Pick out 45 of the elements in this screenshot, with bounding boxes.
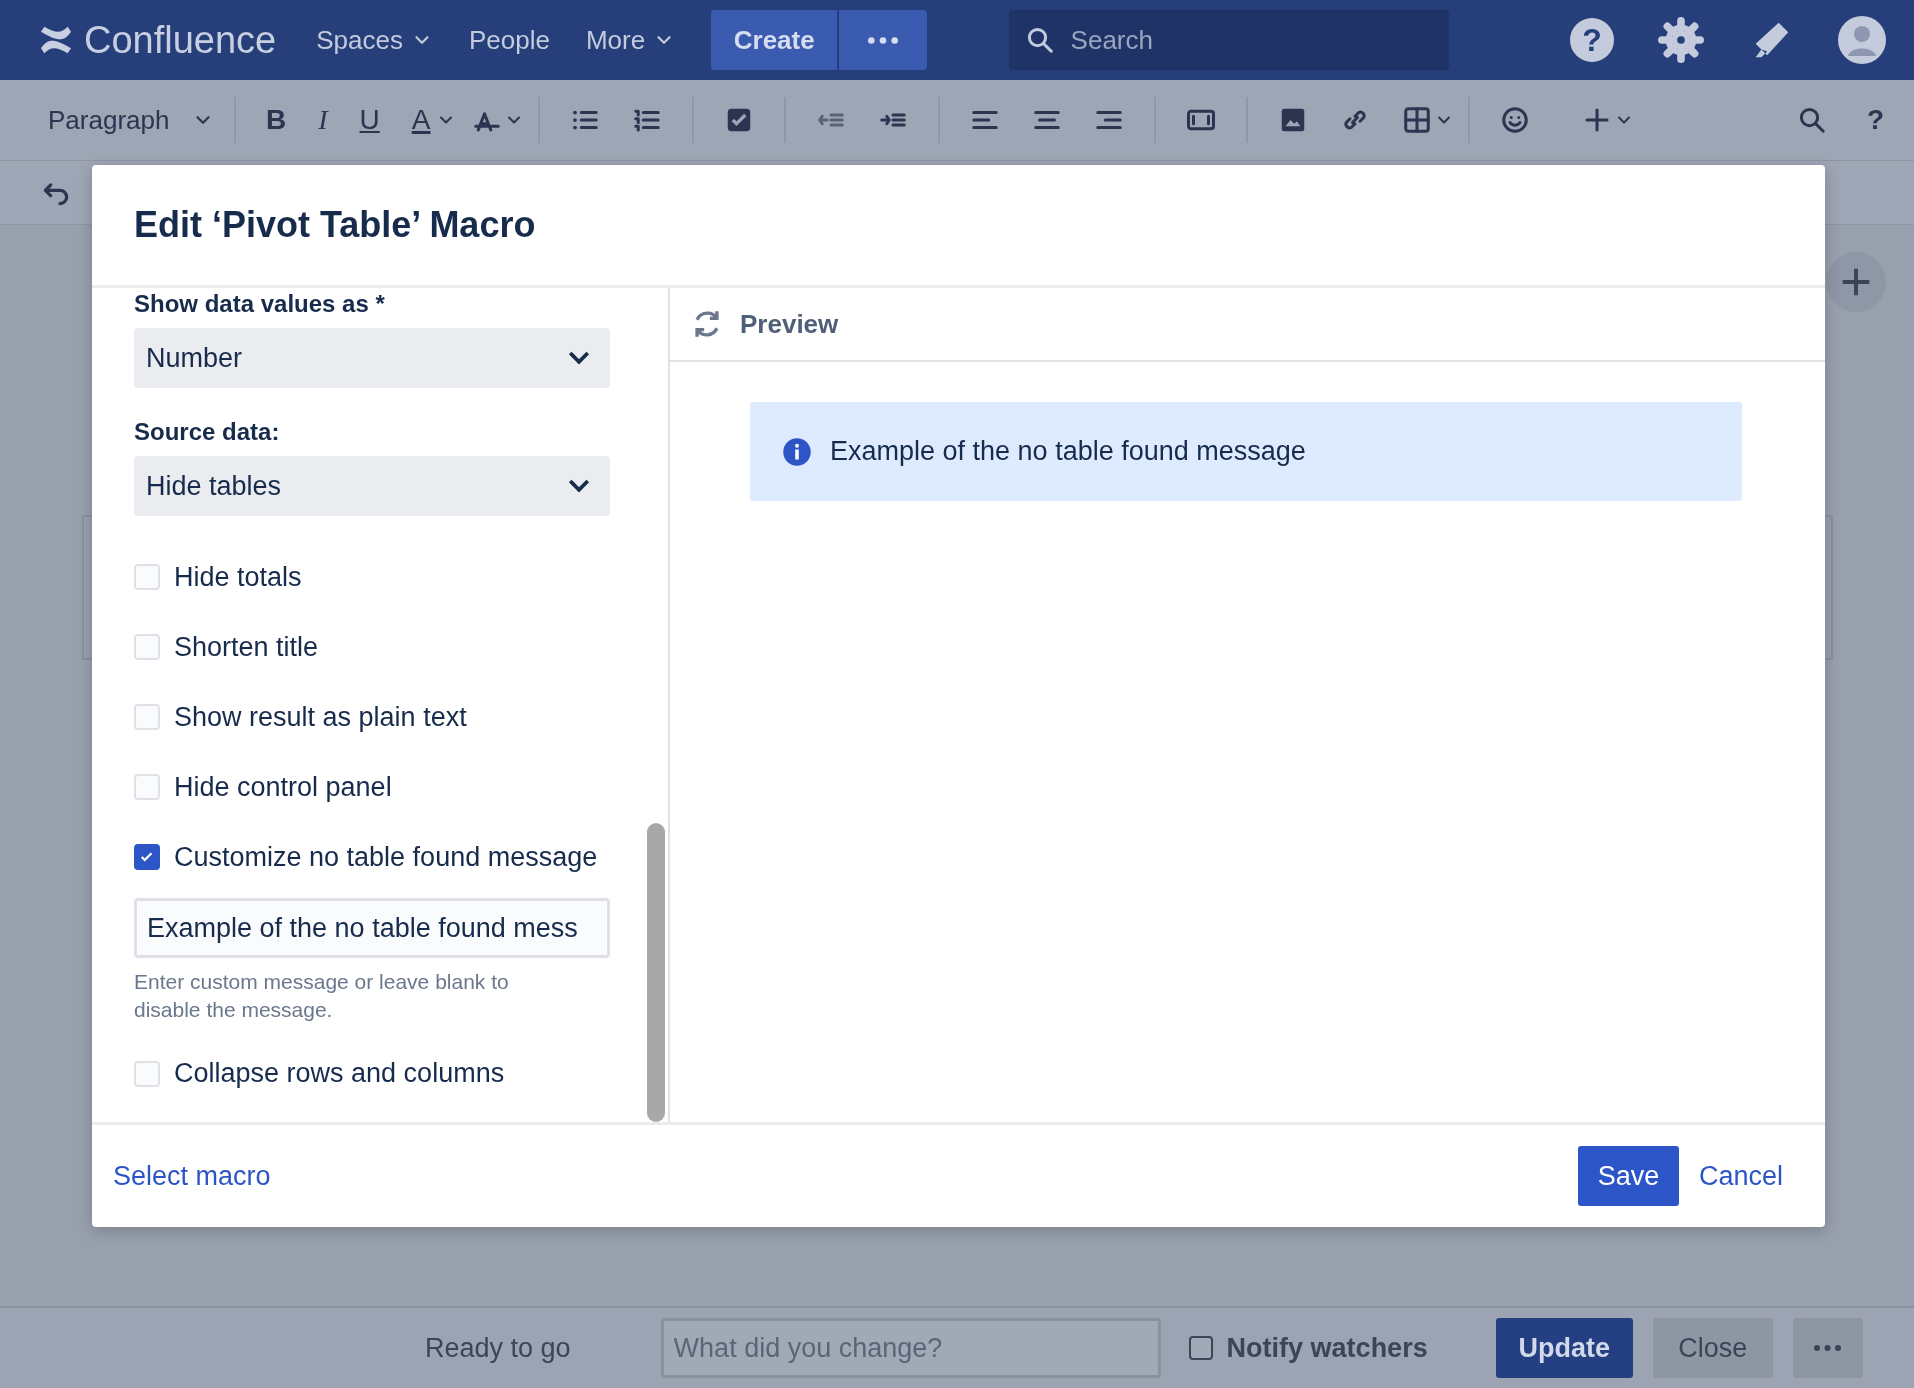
more-icon — [1814, 1345, 1842, 1351]
search-field[interactable]: Search — [1008, 10, 1449, 70]
field-label: Show data values as * — [134, 289, 386, 319]
dialog-title: Edit ‘Pivot Table’ Macro — [92, 165, 1825, 288]
nav-menu[interactable]: People — [469, 20, 550, 60]
comment-field[interactable]: What did you change? — [660, 1318, 1161, 1378]
checkbox-label[interactable]: Show result as plain text — [174, 696, 467, 738]
create-button[interactable]: Create — [711, 10, 838, 70]
checkbox[interactable] — [134, 844, 160, 870]
scrollbar-thumb[interactable] — [647, 823, 665, 1122]
style-dropdown[interactable]: Paragraph — [42, 103, 220, 137]
field-label: Source data: — [134, 417, 281, 447]
checkbox-label[interactable]: Customize no table found message — [174, 836, 598, 878]
preview-title: Preview — [740, 307, 839, 341]
help-button[interactable]: ? — [1860, 102, 1890, 138]
select-field[interactable]: Hide tables — [134, 456, 610, 516]
format-button[interactable]: I — [312, 102, 334, 138]
save-button[interactable]: Save — [1577, 1146, 1679, 1206]
nav-menu[interactable]: Spaces — [316, 20, 433, 60]
nav-menu[interactable]: More — [585, 20, 676, 60]
info-icon — [782, 436, 812, 467]
help-text: Enter custom message or leave blank to disable the message. — [134, 969, 510, 1024]
emoji-icon[interactable] — [1500, 105, 1531, 135]
info-text: Example of the no table found message — [830, 435, 1306, 469]
checkbox-label[interactable]: Hide control panel — [174, 766, 392, 808]
checkbox[interactable] — [1188, 1336, 1213, 1360]
settings-icon[interactable] — [1658, 17, 1704, 63]
status-text: Ready to go — [425, 1331, 571, 1365]
table-icon[interactable] — [1402, 105, 1433, 135]
avatar-icon[interactable] — [1838, 16, 1886, 64]
format-button[interactable]: B — [260, 102, 293, 138]
text-field[interactable]: Example of the no table found mess — [134, 898, 610, 958]
select-macro-link[interactable]: Select macro — [113, 1155, 271, 1197]
checkbox-label[interactable]: Collapse rows and columns — [174, 1053, 505, 1094]
logo-text: Confluence — [84, 17, 277, 63]
checkbox-label[interactable]: Notify watchers — [1226, 1327, 1428, 1369]
checkbox-label[interactable]: Hide totals — [174, 556, 302, 598]
update-button[interactable]: Update — [1495, 1318, 1633, 1378]
format-button[interactable]: A — [405, 102, 437, 138]
more-icon — [868, 35, 899, 45]
format-button[interactable]: U — [353, 102, 386, 138]
select-field[interactable]: Number — [134, 328, 610, 388]
cancel-link[interactable]: Cancel — [1698, 1155, 1783, 1197]
checkbox-label[interactable]: Shorten title — [174, 626, 319, 668]
help-button[interactable]: ? — [1570, 18, 1614, 62]
